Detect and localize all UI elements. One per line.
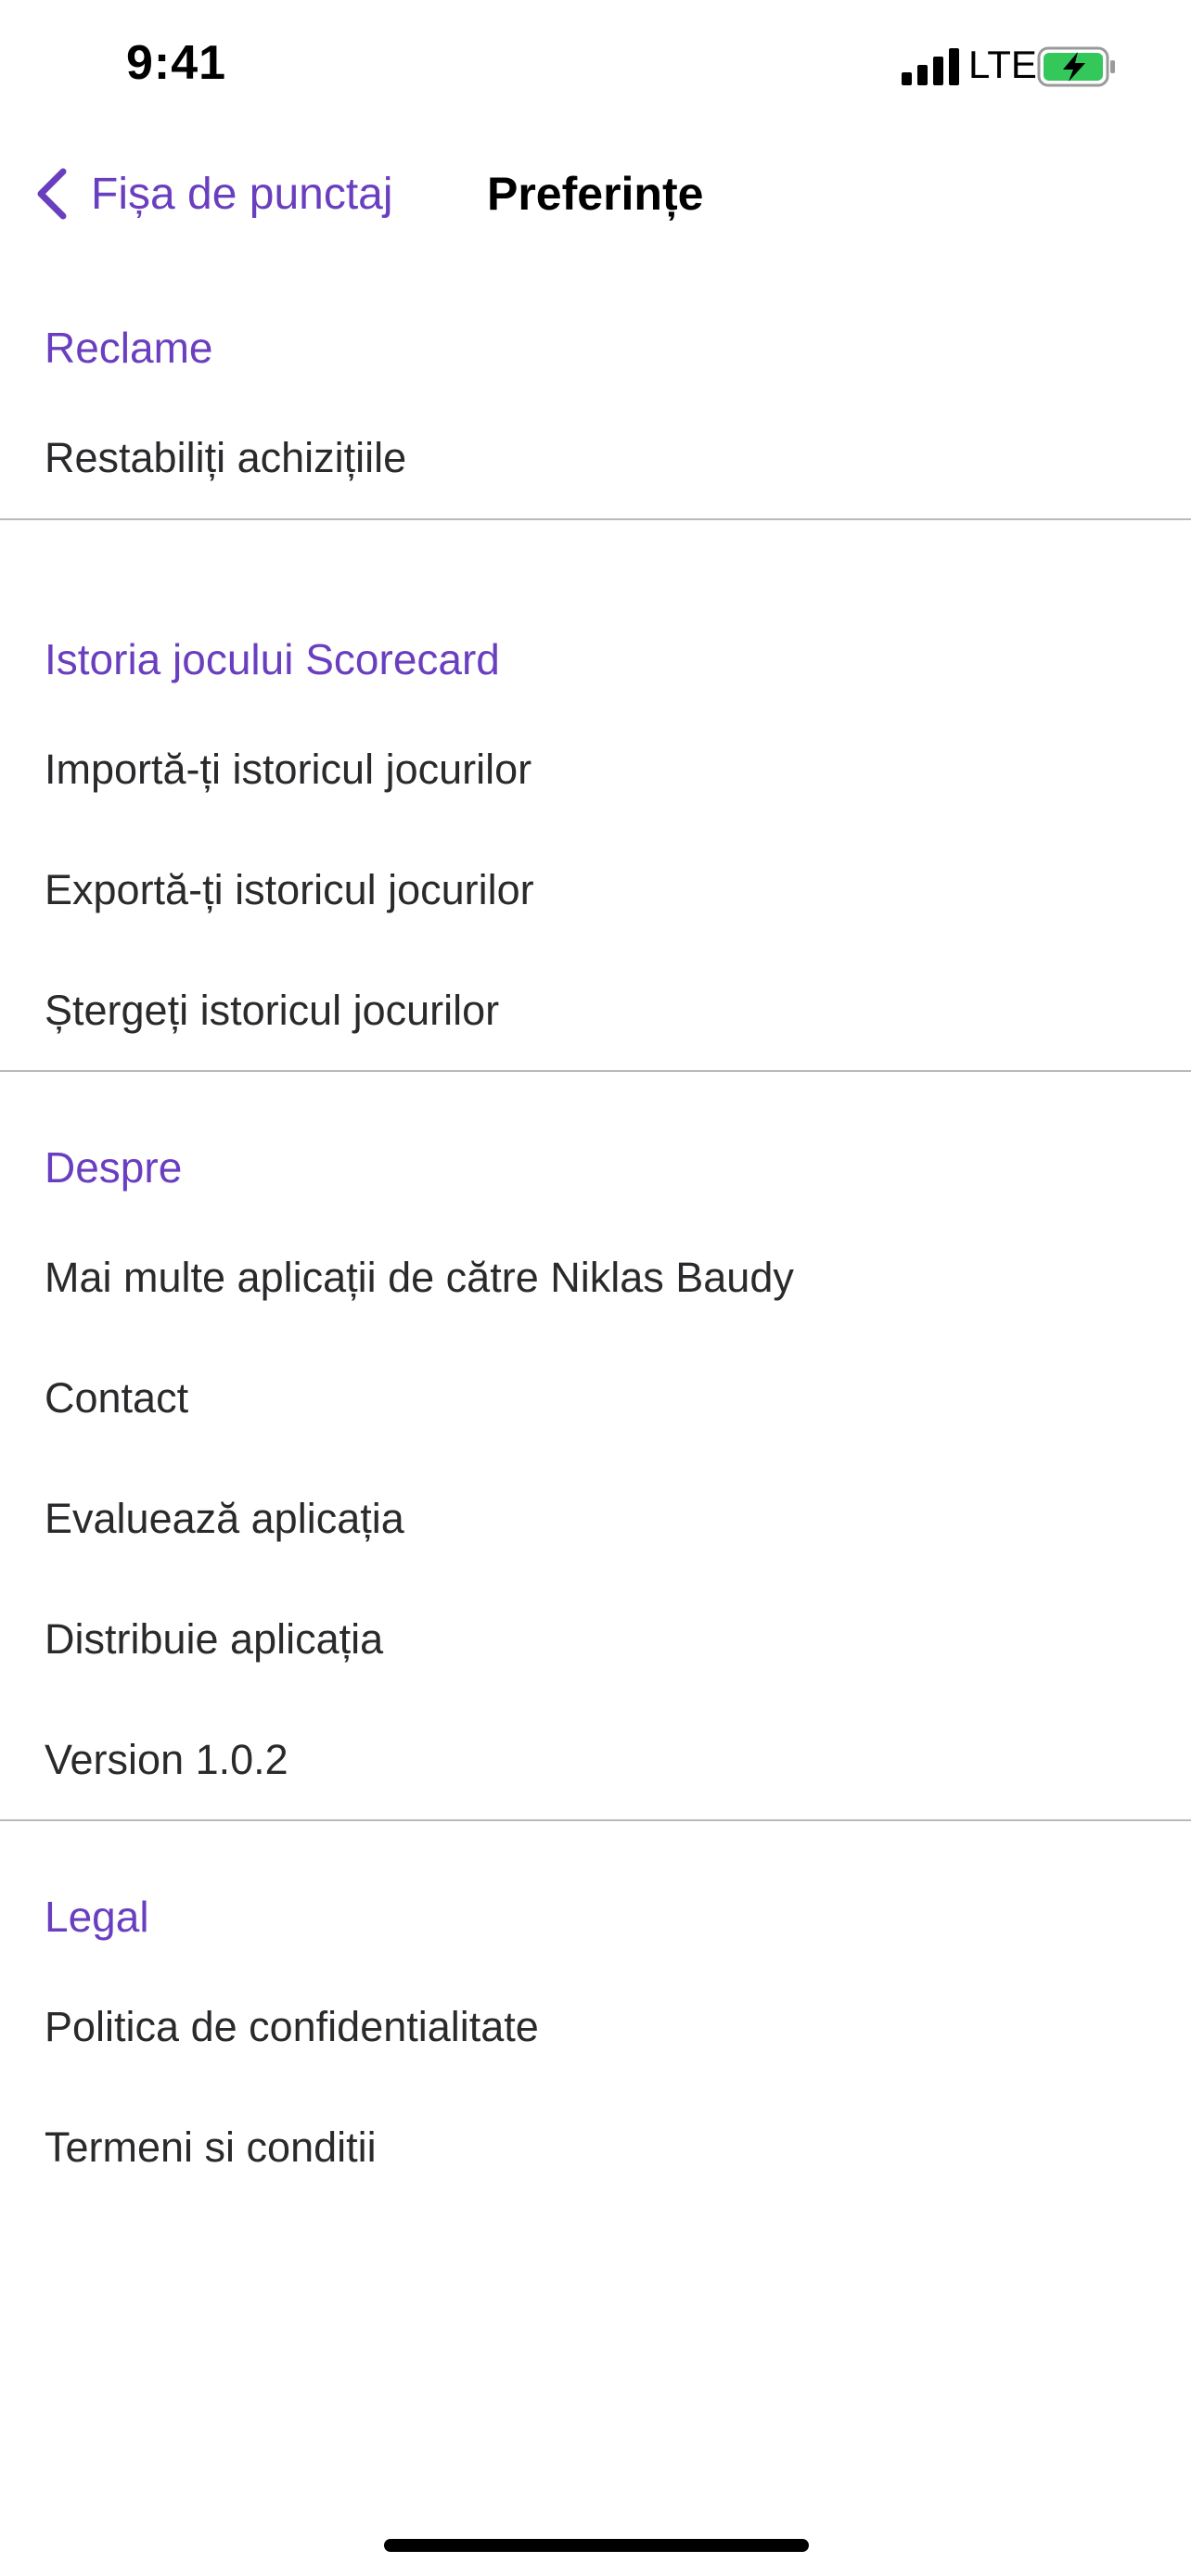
navigation-bar: Fișa de punctaj Preferințe <box>0 148 1191 237</box>
chevron-left-icon <box>37 168 67 220</box>
status-time: 9:41 <box>126 36 227 90</box>
page-title: Preferințe <box>487 168 704 220</box>
status-bar: 9:41 LTE <box>0 0 1191 130</box>
import-history-item[interactable]: Importă-ți istoricul jocurilor <box>45 746 531 794</box>
contact-item[interactable]: Contact <box>45 1374 188 1422</box>
export-history-item[interactable]: Exportă-ți istoricul jocurilor <box>45 866 534 914</box>
battery-charging-icon <box>1037 46 1115 87</box>
delete-history-item[interactable]: Ștergeți istoricul jocurilor <box>45 987 499 1035</box>
more-apps-item[interactable]: Mai multe aplicații de către Niklas Baud… <box>45 1254 794 1302</box>
back-button-label: Fișa de punctaj <box>91 169 393 219</box>
network-type-label: LTE <box>968 43 1037 86</box>
privacy-policy-item[interactable]: Politica de confidentialitate <box>45 2003 539 2051</box>
home-indicator[interactable] <box>384 2539 809 2552</box>
section-divider <box>0 1070 1191 1072</box>
restore-purchases-item[interactable]: Restabiliți achizițiile <box>45 434 406 482</box>
cellular-signal-icon <box>902 48 959 85</box>
section-header-game-history: Istoria jocului Scorecard <box>45 635 500 683</box>
section-header-ads: Reclame <box>45 324 213 372</box>
terms-item[interactable]: Termeni si conditii <box>45 2123 377 2172</box>
version-item: Version 1.0.2 <box>45 1736 288 1783</box>
back-button[interactable]: Fișa de punctaj <box>33 161 393 226</box>
section-header-legal: Legal <box>45 1893 149 1941</box>
section-header-about: Despre <box>45 1143 183 1192</box>
section-divider <box>0 1819 1191 1821</box>
share-app-item[interactable]: Distribuie aplicația <box>45 1615 383 1664</box>
rate-app-item[interactable]: Evaluează aplicația <box>45 1495 404 1543</box>
section-divider <box>0 518 1191 520</box>
